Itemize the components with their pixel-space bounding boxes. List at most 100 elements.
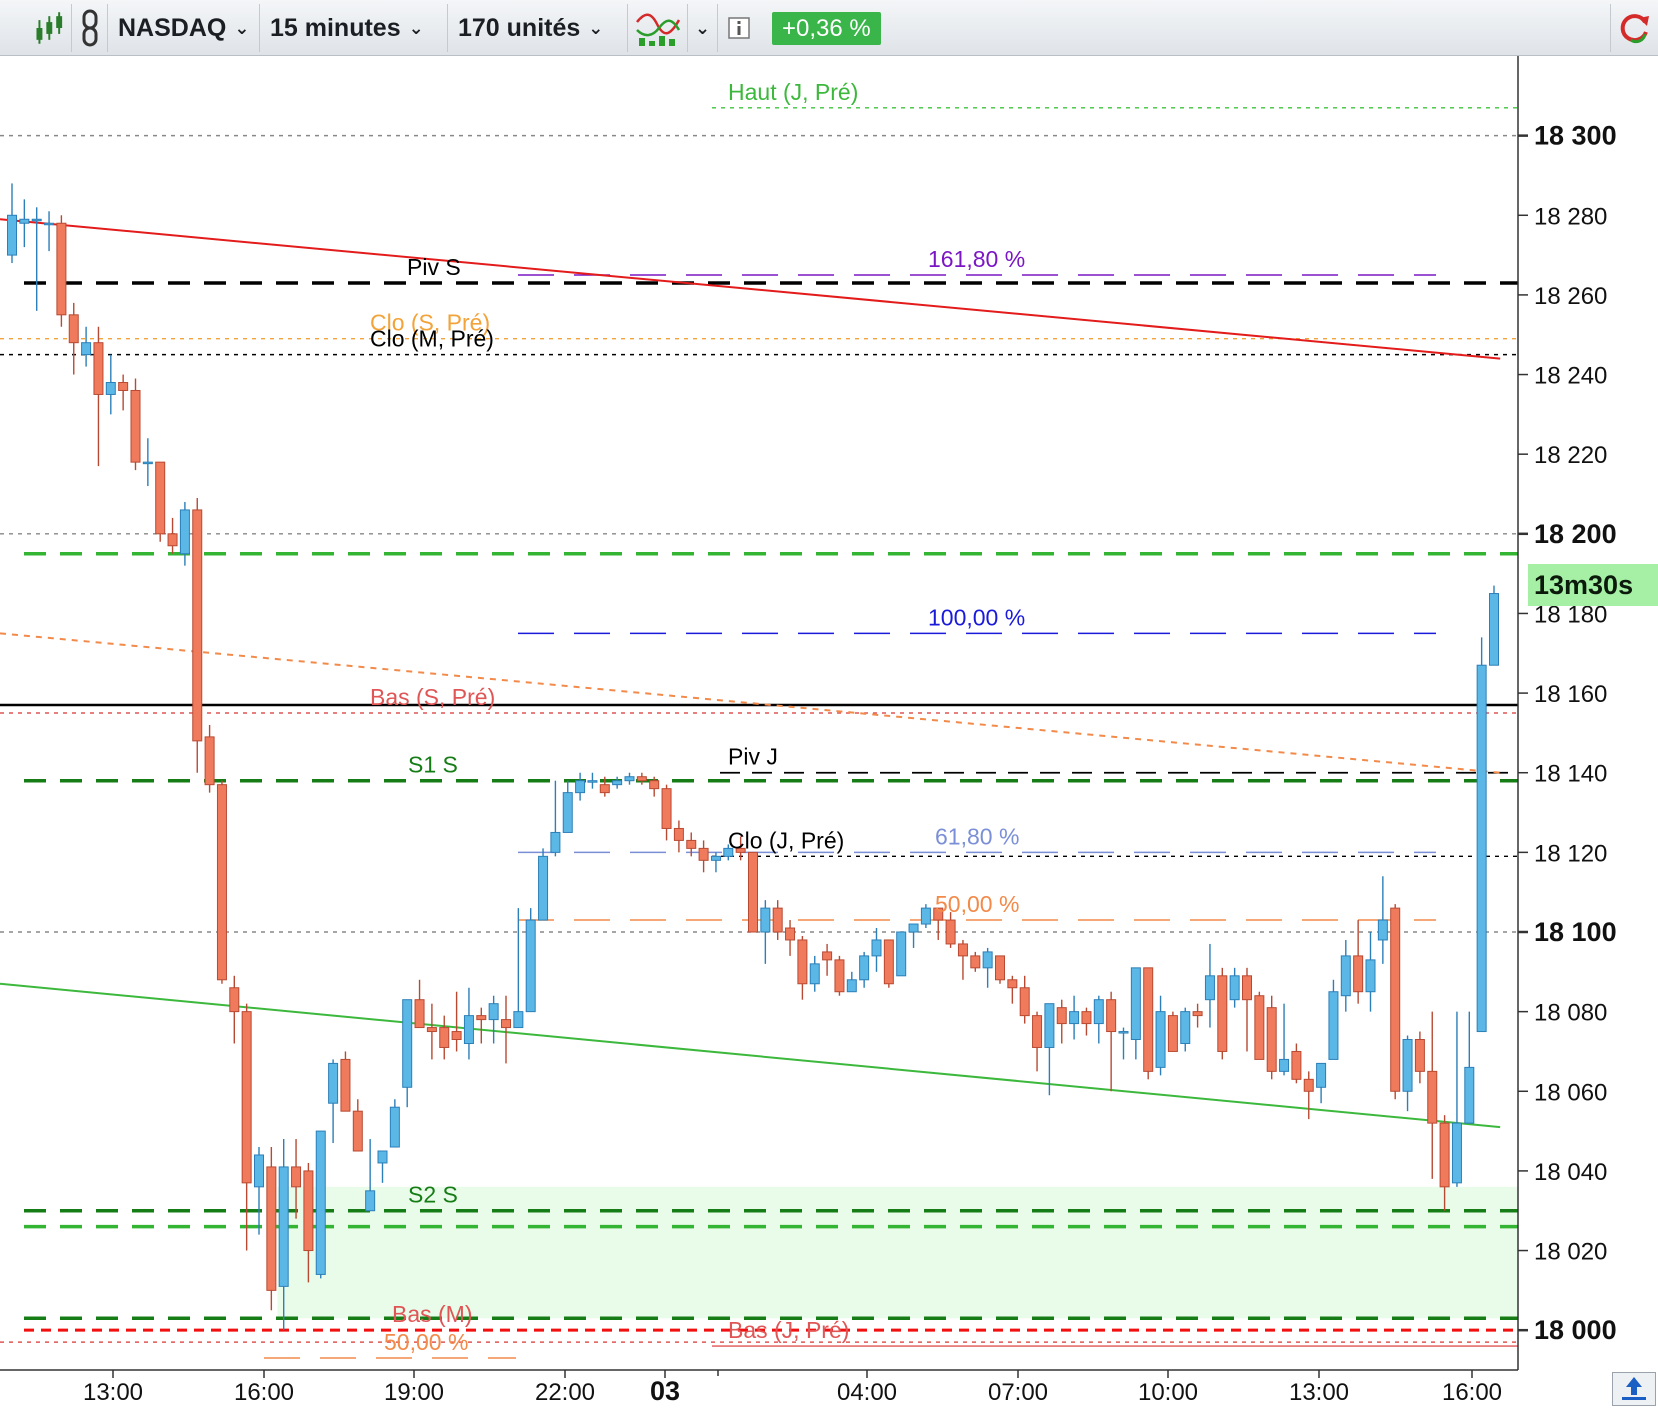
candle [1464,1011,1475,1124]
time-tick-label: 22:00 [535,1379,595,1406]
candle-body [562,792,573,833]
candle-body [142,461,153,465]
candle-body [19,218,30,224]
candle [130,378,141,471]
candle-body [377,1150,388,1164]
candle-body [1007,979,1018,989]
candle-body [155,461,166,535]
candle-body [538,855,549,921]
candle-body [760,907,771,933]
candle [1427,1011,1438,1179]
candle-body [822,951,833,961]
level-label: S1 S [408,752,458,778]
candle-body [1353,955,1364,993]
candle [612,776,623,789]
candle [1365,932,1376,1012]
time-tick-label: 07:00 [988,1379,1048,1406]
candle-body [1476,664,1487,1033]
candle-body [1377,919,1388,941]
candle-body [896,931,907,977]
candle [1093,995,1104,1044]
candle-body [1106,999,1117,1033]
candle-body [1279,1058,1290,1072]
candle-body [748,851,758,933]
candle-body [1069,1011,1080,1025]
candle [19,199,30,248]
candle-body [957,943,968,957]
price-chart[interactable]: Haut (J, Pré)Piv SClo (S, Pré)Clo (M, Pr… [0,0,1658,1408]
candle-body [1291,1050,1302,1080]
candle [1056,999,1067,1044]
price-tick-label: 18 300 [1534,121,1617,151]
candle-body [908,923,919,933]
candle-body [31,218,42,222]
candle-body [883,939,894,985]
candle [56,215,67,327]
candle-body [599,784,610,794]
price-tick-label: 18 020 [1534,1239,1607,1266]
candle-body [501,1019,511,1029]
candle [575,772,586,801]
scroll-to-latest-button[interactable] [1612,1372,1656,1406]
candle [538,848,549,921]
candle-body [575,780,586,794]
candle [1476,637,1487,1033]
candle [1118,1027,1129,1060]
candle [748,851,758,933]
candle-body [1180,1011,1191,1044]
candle [797,935,808,1000]
candle [1489,585,1499,666]
candle-body [698,847,709,861]
candle-body [1229,975,1240,1001]
candle-body [995,955,1005,981]
candle [1180,1007,1191,1052]
price-tick-label: 18 240 [1534,363,1607,390]
candle-body [871,939,882,957]
candle-body [463,1015,474,1044]
candle-body [1204,975,1215,1001]
candle [957,939,968,980]
candle [1130,967,1141,1060]
trendline [0,218,1501,360]
price-tick-label: 18 140 [1534,761,1607,788]
candle [785,920,796,956]
level-label: Bas (S, Pré) [370,684,495,710]
fib-label: 161,80 % [928,246,1025,272]
candle-body [649,780,660,790]
candle-body [451,1031,462,1041]
support-zone-layer [277,1186,1518,1319]
candle-body [426,1027,437,1033]
candle-body [612,780,623,786]
price-tick-label: 18 260 [1534,283,1607,310]
support-zone [277,1186,1518,1319]
candle [908,923,919,948]
candle-body [525,919,536,1013]
candle [970,951,981,972]
candle-body [44,222,55,226]
time-tick-label: 10:00 [1138,1379,1198,1406]
candle-body [834,959,845,993]
candle-body [846,979,857,993]
price-tick-label: 18 200 [1534,519,1617,549]
candle [204,724,215,793]
candle-body [1155,1011,1166,1068]
candle [525,908,536,1013]
candle [340,1051,351,1112]
candle-body [945,919,956,945]
candle-body [216,784,227,981]
candle [1402,1035,1413,1112]
candle [377,1150,388,1183]
candle [328,1059,339,1144]
candle [562,780,573,833]
price-tick-label: 18 080 [1534,1000,1607,1027]
candle [1254,991,1265,1060]
candle [1390,904,1401,1100]
candle-body [68,314,79,344]
candle [1316,1062,1327,1104]
level-label: Clo (J, Pré) [728,827,844,853]
level-label: Clo (M, Pré) [370,326,494,352]
candle-body [266,1166,277,1291]
candle [488,995,499,1044]
candle [167,517,178,554]
candle-body [1451,1122,1462,1184]
